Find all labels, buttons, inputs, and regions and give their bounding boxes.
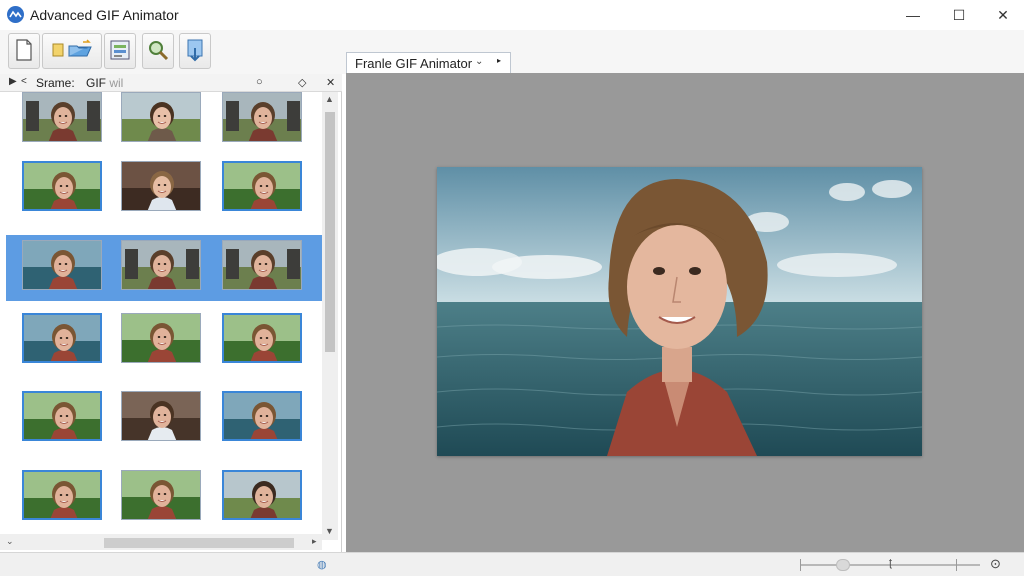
frame-thumbnail[interactable] [121,391,201,441]
new-file-icon [15,38,33,64]
tab-frame-gif-animator[interactable]: Franle GIF Animator ⌄ ▸ [346,52,511,73]
zoom-button[interactable] [142,33,174,69]
close-button[interactable]: ✕ [980,0,1024,30]
frame-thumbnail[interactable] [121,161,201,211]
title-bar: Advanced GIF Animator — ☐ ✕ [0,0,1024,30]
frame-row[interactable] [6,391,322,451]
tab-arrow-icon[interactable]: ▸ [497,56,501,65]
frame-thumbnail[interactable] [22,92,102,142]
frame-thumbnail[interactable] [22,161,102,211]
status-bar: ◍ ʈ ⊙ [0,552,1024,576]
frame-thumbnail[interactable] [222,391,302,441]
canvas-area [346,73,1024,552]
diamond-icon[interactable]: ◇ [298,76,306,89]
zoom-reset-icon[interactable]: ⊙ [990,556,1001,572]
frames-panel: ▶ < Srame: GIF wil ○ ◇ ✕ ▲ ▼ ⌄ ▸ [0,74,342,552]
frame-thumbnail[interactable] [121,470,201,520]
properties-icon [109,39,131,64]
maximize-icon: ☐ [952,6,966,23]
frame-thumbnail[interactable] [121,92,201,142]
vertical-scrollbar[interactable]: ▲ ▼ [322,92,338,540]
frame-thumbnail[interactable] [222,240,302,290]
toolbar [0,30,1024,74]
horizontal-scroll-thumb[interactable] [104,538,294,548]
zoom-tick [800,559,801,571]
export-icon [184,38,206,65]
open-file-icon [47,38,97,65]
open-file-button[interactable] [42,33,102,69]
maximize-button[interactable]: ☐ [936,0,982,30]
export-button[interactable] [179,33,211,69]
collapse-arrow-icon[interactable]: < [21,76,27,87]
frame-thumbnail[interactable] [222,313,302,363]
frame-thumbnail[interactable] [222,92,302,142]
status-info-icon: ◍ [317,559,327,571]
frame-thumbnail[interactable] [121,240,201,290]
frame-thumbnail[interactable] [222,161,302,211]
frame-row[interactable] [6,235,322,301]
vertical-scroll-thumb[interactable] [325,112,335,352]
frame-thumbnail[interactable] [222,470,302,520]
frame-thumbnail[interactable] [22,391,102,441]
scroll-down-icon[interactable]: ▼ [325,526,334,536]
panel-close-icon[interactable]: ✕ [326,76,335,89]
frame-thumbnail[interactable] [22,240,102,290]
frame-row[interactable] [6,92,322,152]
app-logo-icon [7,6,24,23]
circle-icon[interactable]: ○ [256,76,263,88]
horizontal-scrollbar[interactable]: ⌄ ▸ [0,534,322,550]
properties-button[interactable] [104,33,136,69]
frames-panel-title: Srame: [36,76,75,90]
tab-label: Franle GIF Animator [355,56,473,71]
tab-dropdown-icon[interactable]: ⌄ [475,56,483,67]
minimize-icon: — [906,7,920,23]
frame-grid [6,92,322,542]
frame-row[interactable] [6,313,322,373]
window-title: Advanced GIF Animator [30,7,179,23]
frame-thumbnail[interactable] [121,313,201,363]
zoom-slider-thumb[interactable] [836,559,850,571]
frame-row[interactable] [6,470,322,530]
zoom-level-label: ʈ [889,557,893,569]
frame-row[interactable] [6,161,322,221]
close-icon: ✕ [997,6,1009,23]
scroll-right-icon[interactable]: ▸ [312,536,317,547]
zoom-tick [956,559,957,571]
new-file-button[interactable] [8,33,40,69]
frame-thumbnail[interactable] [22,313,102,363]
magnifier-icon [147,39,169,64]
expand-arrow-icon[interactable]: ▶ [9,76,17,87]
frames-panel-header: ▶ < Srame: GIF wil ○ ◇ ✕ [0,74,342,92]
scroll-left-icon[interactable]: ⌄ [6,536,14,547]
scroll-up-icon[interactable]: ▲ [325,94,334,104]
frames-panel-subtitle: GIF wil [86,76,124,90]
frame-thumbnail[interactable] [22,470,102,520]
minimize-button[interactable]: — [890,0,936,30]
frame-preview-image[interactable] [437,167,922,456]
